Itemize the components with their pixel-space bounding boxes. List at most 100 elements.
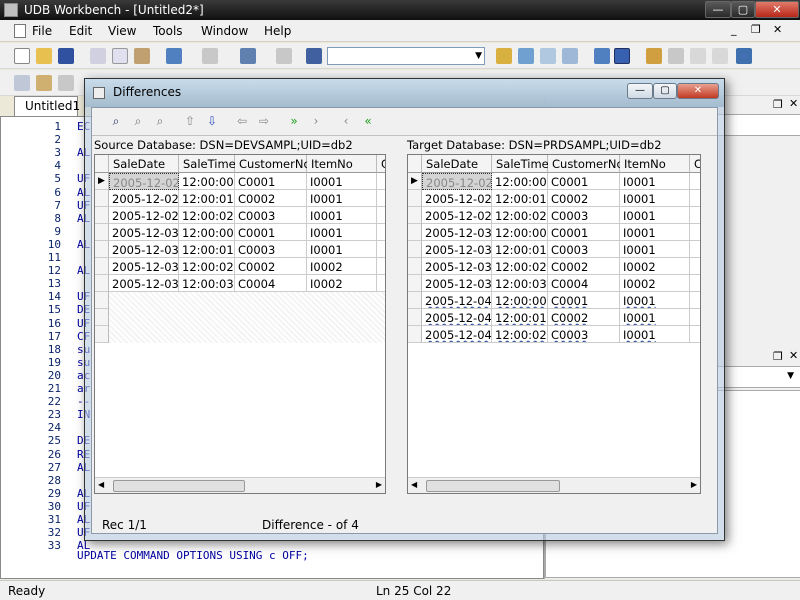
grid-cell[interactable]: 12:00:02 [492,207,548,224]
horizontal-scrollbar[interactable]: ◀ ▶ [95,477,385,493]
grid-cell[interactable] [690,258,700,275]
scroll-right-icon[interactable]: ▶ [376,480,382,489]
grid-cell[interactable]: C0004 [548,275,620,292]
copy-all-left-icon[interactable]: « [360,114,376,128]
row-selector[interactable] [95,258,109,275]
column-header[interactable]: SaleDate [422,155,492,173]
current-row-indicator[interactable]: ▶ [95,173,109,190]
mdi-minimize-button[interactable]: _ [731,23,737,36]
scroll-thumb[interactable] [426,480,560,492]
grid-cell[interactable]: 12:00:02 [492,258,548,275]
row-selector[interactable] [408,258,422,275]
copy-right-icon[interactable]: › [308,114,324,128]
column-header[interactable]: CustomerNo [235,155,311,173]
row-selector[interactable] [408,190,422,207]
grid-cell[interactable] [377,207,385,224]
scroll-thumb[interactable] [113,480,245,492]
grid-cell[interactable]: I0001 [620,326,690,343]
mdi-restore-button[interactable]: ❐ [751,23,761,36]
grid-cell[interactable]: 12:00:02 [179,207,235,224]
grid-cell[interactable]: I0001 [620,207,690,224]
row-selector[interactable] [408,292,422,309]
row-selector[interactable] [95,326,109,343]
grid-cell[interactable]: I0002 [307,258,377,275]
grid-cell[interactable]: C0002 [235,190,307,207]
copy-all-right-icon[interactable]: » [286,114,302,128]
grid-cell[interactable]: C0002 [548,190,620,207]
find-icon[interactable] [306,48,322,64]
row-selector[interactable] [408,207,422,224]
export-icon[interactable] [276,48,292,64]
minimize-button[interactable]: — [705,1,731,18]
horizontal-scrollbar[interactable]: ◀ ▶ [408,477,700,493]
execute-icon[interactable] [240,48,256,64]
grid-cell[interactable]: C0001 [235,224,307,241]
cut-icon[interactable] [90,48,106,64]
grid-cell[interactable]: 2005-12-02 [422,207,492,224]
dialog-close-button[interactable]: ✕ [677,83,719,99]
grid-cell[interactable]: 2005-12-04 [422,326,492,343]
open-folder-icon[interactable] [36,48,52,64]
save-icon[interactable] [58,48,74,64]
grid-cell[interactable]: C0001 [235,173,307,190]
dialog-minimize-button[interactable]: — [627,83,653,99]
row-selector[interactable] [408,224,422,241]
menu-file[interactable]: File [32,24,52,38]
differences-icon[interactable] [614,48,630,64]
grid-cell[interactable]: 12:00:03 [179,275,235,292]
grid-cell[interactable] [690,190,700,207]
grid-cell[interactable]: C0003 [548,207,620,224]
column-header[interactable]: SaleDate [109,155,179,173]
grid-cell[interactable]: C0002 [548,309,620,326]
grid-cell[interactable]: C0004 [235,275,307,292]
tab-untitled1[interactable]: Untitled1 [14,96,80,116]
script-icon[interactable] [36,75,52,91]
grid-cell[interactable]: C0002 [235,258,307,275]
column-header[interactable]: ItemNo [620,155,690,173]
undo-icon[interactable] [166,48,182,64]
panel-restore-icon-2[interactable]: ❐ [773,350,783,363]
arrow-down-icon[interactable]: ⇩ [204,114,220,128]
help-icon[interactable] [712,48,728,64]
column-header[interactable]: ItemNo [307,155,377,173]
grid-cell[interactable]: 12:00:01 [492,241,548,258]
row-selector[interactable] [95,309,109,326]
panel-close-icon[interactable]: ✕ [789,97,798,110]
grid-cell[interactable]: 12:00:02 [179,258,235,275]
table-icon[interactable] [562,48,578,64]
grid-cell[interactable]: 12:00:00 [492,173,548,190]
panel-close-icon-2[interactable]: ✕ [789,349,798,362]
grid-cell[interactable]: C0002 [548,258,620,275]
menu-tools[interactable]: Tools [153,24,183,38]
sync-icon[interactable] [518,48,534,64]
grid-cell[interactable]: 12:00:03 [492,275,548,292]
grid-cell[interactable]: I0001 [620,224,690,241]
find-prev-icon[interactable]: ⌕ [152,114,168,128]
current-row-indicator[interactable]: ▶ [408,173,422,190]
grid-cell[interactable]: C0003 [548,326,620,343]
grid-cell[interactable]: 2005-12-02 [109,207,179,224]
scroll-right-icon[interactable]: ▶ [691,480,697,489]
options-icon[interactable] [690,48,706,64]
split-view-icon[interactable] [594,48,610,64]
row-selector[interactable] [95,292,109,309]
grid-cell[interactable]: 2005-12-04 [422,292,492,309]
column-header[interactable]: C [377,155,385,173]
grid-cell[interactable] [690,224,700,241]
mdi-close-button[interactable]: ✕ [773,23,782,36]
format-icon[interactable] [58,75,74,91]
redo-icon[interactable] [202,48,218,64]
grid-cell[interactable]: I0002 [620,275,690,292]
row-selector[interactable] [408,309,422,326]
window-icon[interactable] [736,48,752,64]
dialog-maximize-button[interactable]: ▢ [653,83,677,99]
grid-cell[interactable] [377,224,385,241]
grid-icon[interactable] [540,48,556,64]
grid-cell[interactable]: I0001 [307,190,377,207]
grid-cell[interactable] [377,275,385,292]
grid-cell[interactable]: 2005-12-03 [109,275,179,292]
grid-cell[interactable] [377,241,385,258]
grid-cell[interactable]: 12:00:01 [179,241,235,258]
grid-cell[interactable]: 12:00:00 [492,292,548,309]
row-selector[interactable] [408,275,422,292]
